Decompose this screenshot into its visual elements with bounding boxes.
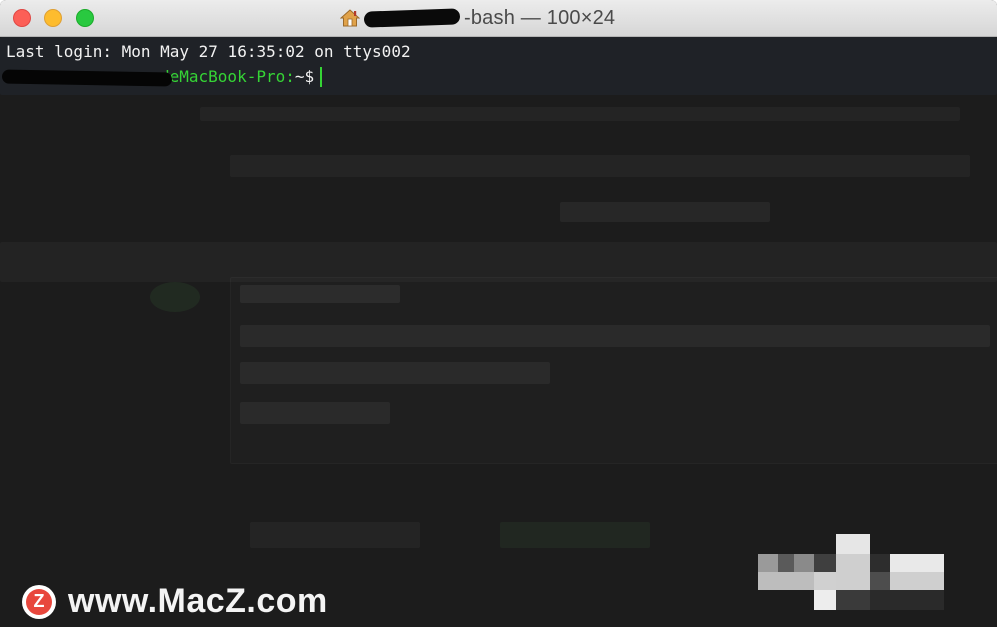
blurred-background bbox=[240, 325, 990, 347]
home-icon bbox=[340, 9, 360, 27]
close-window-button[interactable] bbox=[13, 9, 31, 27]
macz-logo: Z bbox=[22, 584, 56, 619]
blurred-background bbox=[560, 202, 770, 222]
macz-logo-letter: Z bbox=[26, 588, 52, 615]
blurred-background bbox=[230, 155, 970, 177]
watermark: Z www.MacZ.com bbox=[22, 582, 328, 621]
blurred-background bbox=[250, 522, 420, 548]
redacted-username bbox=[1, 69, 173, 86]
redacted-username bbox=[363, 8, 461, 28]
blurred-background bbox=[240, 362, 550, 384]
watermark-text: www.MacZ.com bbox=[68, 582, 328, 620]
minimize-window-button[interactable] bbox=[44, 9, 62, 27]
blurred-background bbox=[0, 242, 997, 282]
terminal-window: -bash — 100×24 Last login: Mon May 27 16… bbox=[0, 0, 997, 627]
window-title: -bash — 100×24 bbox=[340, 6, 615, 30]
prompt-path: ~$ bbox=[294, 67, 315, 86]
pixelated-overlay bbox=[758, 534, 944, 610]
blurred-background bbox=[200, 107, 960, 121]
prompt-host: deMacBook-Pro: bbox=[160, 67, 295, 86]
prompt-line[interactable]: deMacBook-Pro:~$ bbox=[1, 67, 323, 87]
zoom-window-button[interactable] bbox=[76, 9, 94, 27]
blurred-background bbox=[500, 522, 650, 548]
blurred-background bbox=[240, 402, 390, 424]
last-login-line: Last login: Mon May 27 16:35:02 on ttys0… bbox=[6, 42, 411, 61]
blurred-background bbox=[150, 282, 200, 312]
blurred-background bbox=[240, 285, 400, 303]
text-cursor bbox=[320, 67, 323, 87]
title-bar[interactable]: -bash — 100×24 bbox=[0, 0, 997, 37]
window-title-text: -bash — 100×24 bbox=[464, 6, 616, 29]
